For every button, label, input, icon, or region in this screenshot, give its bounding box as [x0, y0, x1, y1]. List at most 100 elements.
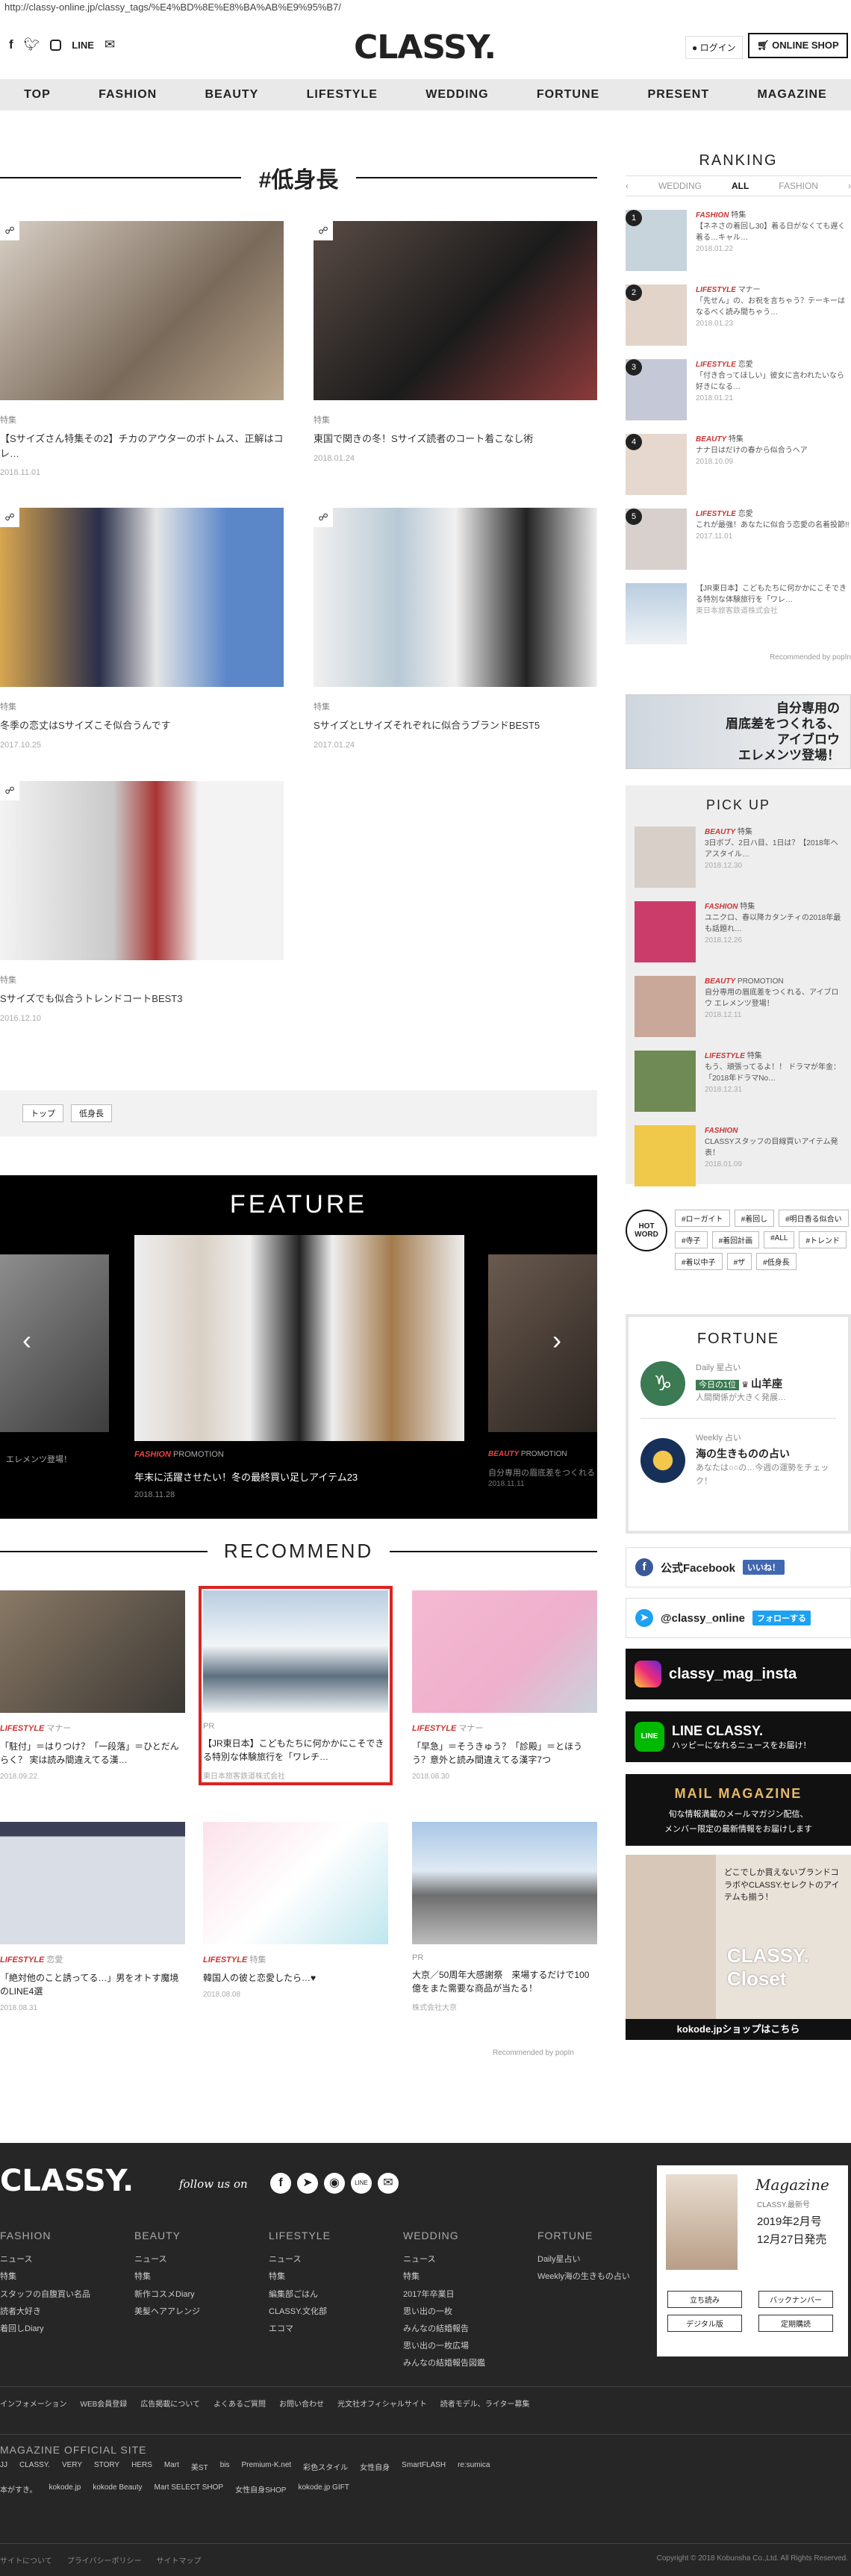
facebook-icon[interactable]: f: [9, 37, 13, 52]
official-link[interactable]: STORY: [94, 2461, 119, 2472]
recommend-card-highlighted[interactable]: PR 【JR東日本】こどもたちに何かかにこそできる特別な体験旅行を「ワレチ… 東…: [199, 1586, 393, 1785]
footer-link[interactable]: 美髪ヘアアレンジ: [134, 2303, 200, 2321]
official-link[interactable]: 美ST: [191, 2461, 208, 2472]
recommend-photo[interactable]: [412, 1590, 597, 1713]
footer-col-title[interactable]: FASHION: [0, 2225, 90, 2247]
footer-col-title[interactable]: FORTUNE: [537, 2225, 630, 2247]
chevron-right-icon[interactable]: ›: [848, 181, 851, 191]
article-title[interactable]: 冬季の恋丈はSサイズこそ似合うんです: [0, 718, 284, 733]
bottom-link[interactable]: プライバシーポリシー: [67, 2554, 142, 2566]
official-link[interactable]: Premium-K.net: [241, 2461, 291, 2472]
line-link[interactable]: LINE: [72, 40, 94, 51]
official-link[interactable]: re:sumica: [458, 2461, 490, 2472]
mag-button[interactable]: 定期購読: [758, 2315, 833, 2332]
article-photo[interactable]: ☍: [0, 781, 284, 960]
ranking-title-text[interactable]: 【JR東日本】こどもたちに何かかにこそできる特別な体験旅行を「ワレ…: [696, 585, 847, 604]
official-link[interactable]: 彩色スタイル: [303, 2461, 348, 2472]
feature-next-title[interactable]: 自分専用の眉底差をつくれる: [488, 1466, 595, 1478]
ranking-item[interactable]: 4 BEAUTY 特集 ナナ日はだけの春から似合うヘア 2018.10.09: [626, 434, 851, 495]
mail-icon[interactable]: ✉: [105, 37, 115, 52]
article-card[interactable]: ☍ 特集 SサイズとLサイズそれぞれに似合うブランドBEST5 2017.01.…: [314, 508, 597, 750]
article-card[interactable]: ☍ 特集 東国で関きの冬！Sサイズ読者のコート着こなし術 2018.01.24: [314, 221, 597, 463]
mail-icon[interactable]: ✉: [378, 2173, 399, 2194]
ranking-title-text[interactable]: 「先せん」の、お祝を言ちゃう？テーキーはなるべく読み間ちゃう…: [696, 297, 845, 317]
ranking-title-text[interactable]: 【ネネさの着回し30】着る日がなくても遅く着る…キャル…: [696, 223, 845, 242]
fortune-daily[interactable]: ♑ Daily 星占い 今日の1位 ♛ 山羊座 人間関係が大きく発展…: [640, 1361, 836, 1406]
footer-link[interactable]: スタッフの自腹買い名品: [0, 2286, 90, 2303]
ranking-thumb[interactable]: [626, 583, 687, 644]
footer-link[interactable]: ニュース: [403, 2251, 485, 2268]
footer-link[interactable]: ニュース: [0, 2251, 90, 2268]
ranking-thumb[interactable]: 5: [626, 508, 687, 570]
hotword-tag[interactable]: #寺子: [675, 1231, 708, 1248]
hotword-tag[interactable]: #明日香る似合い: [779, 1210, 849, 1227]
footer-link[interactable]: Daily星占い: [537, 2251, 630, 2268]
pickup-title-text[interactable]: 3日ボブ、2日ハ目、1日は？【2018年ヘアスタイル…: [705, 839, 838, 859]
ranking-recommended-by[interactable]: Recommended by popIn: [626, 653, 851, 662]
bottom-link[interactable]: サイトマップ: [157, 2554, 202, 2566]
footer-link[interactable]: 新作コスメDiary: [134, 2286, 200, 2303]
pickup-thumb[interactable]: [635, 1125, 696, 1186]
ranking-title-text[interactable]: 「付き合ってほしい」彼女に言われたいなら好きになる…: [696, 372, 844, 391]
footer-link[interactable]: 2017年卒業日: [403, 2286, 485, 2303]
footer-link[interactable]: 編集部ごはん: [269, 2286, 331, 2303]
pickup-title-text[interactable]: CLASSYスタッフの目線買いアイテム発表！: [705, 1138, 838, 1157]
recommend-title-text[interactable]: 【JR東日本】こどもたちに何かかにこそできる特別な体験旅行を「ワレチ…: [203, 1737, 388, 1764]
info-link[interactable]: お問い合わせ: [279, 2398, 324, 2409]
pickup-item[interactable]: BEAUTY PROMOTION 自分専用の眉底差をつくれる、アイブロウ エレメン…: [635, 976, 842, 1037]
hotword-tag[interactable]: #低身長: [756, 1253, 797, 1270]
recommend-title-text[interactable]: 「絶対他のこと誘ってる…」男をオトす魔境のLINE4選: [0, 1971, 185, 1998]
tab-wedding[interactable]: WEDDING: [658, 181, 702, 191]
article-title[interactable]: 東国で関きの冬！Sサイズ読者のコート着こなし術: [314, 432, 597, 447]
article-photo[interactable]: ☍: [0, 508, 284, 687]
facebook-banner[interactable]: f 公式Facebook いいね！: [626, 1547, 851, 1587]
footer-link[interactable]: みんなの結婚報告図鑑: [403, 2355, 485, 2372]
official-link[interactable]: kokode.jp GIFT: [298, 2483, 349, 2495]
pickup-thumb[interactable]: [635, 901, 696, 962]
official-link[interactable]: bis: [220, 2461, 230, 2472]
footer-link[interactable]: CLASSY.文化部: [269, 2303, 331, 2321]
pickup-item[interactable]: FASHION 特集 ユニクロ、春以降カタンチィの2018年最も話題れ… 2018.…: [635, 901, 842, 962]
line-banner[interactable]: LINE LINE CLASSY. ハッピーになれるニュースをお届け！: [626, 1711, 851, 1762]
share-icon[interactable]: ☍: [314, 508, 333, 527]
footer-link[interactable]: 思い出の一枚広場: [403, 2338, 485, 2355]
footer-link[interactable]: ニュース: [269, 2251, 331, 2268]
facebook-icon[interactable]: f: [270, 2173, 291, 2194]
hotword-tag[interactable]: #ALL: [764, 1231, 795, 1248]
nav-wedding[interactable]: WEDDING: [426, 88, 488, 102]
mag-button[interactable]: 立ち読み: [667, 2291, 742, 2308]
feature-slide-prev[interactable]: [0, 1254, 109, 1432]
article-title[interactable]: SサイズとLサイズそれぞれに似合うブランドBEST5: [314, 718, 597, 733]
hotword-tag[interactable]: #トレンド: [799, 1231, 847, 1248]
official-link[interactable]: 女性自身: [360, 2461, 390, 2472]
site-logo[interactable]: CLASSY.: [354, 28, 496, 66]
nav-present[interactable]: PRESENT: [648, 88, 710, 102]
kokode-link[interactable]: kokode.jpショップはこちら: [626, 2019, 851, 2040]
footer-link[interactable]: ニュース: [134, 2251, 200, 2268]
feature-slide-main[interactable]: [134, 1235, 464, 1441]
recommend-photo[interactable]: [0, 1822, 185, 1944]
nav-lifestyle[interactable]: LIFESTYLE: [307, 88, 378, 102]
info-link[interactable]: WEB会員登録: [81, 2398, 128, 2409]
info-link[interactable]: 広告掲載について: [140, 2398, 200, 2409]
hotword-tag[interactable]: #着回計画: [711, 1231, 760, 1248]
recommend-photo[interactable]: [0, 1590, 185, 1713]
online-shop-button[interactable]: 🛒︎ ONLINE SHOP: [748, 33, 848, 58]
ranking-thumb[interactable]: 2: [626, 284, 687, 346]
footer-link[interactable]: 思い出の一枚: [403, 2303, 485, 2321]
footer-link[interactable]: 特集: [134, 2268, 200, 2286]
ranking-item[interactable]: 5 LIFESTYLE 恋愛 これが最強！あなたに似合う恋愛の名着投節!! 2017.…: [626, 508, 851, 570]
pickup-title-text[interactable]: ユニクロ、春以降カタンチィの2018年最も話題れ…: [705, 914, 841, 933]
tab-fashion[interactable]: FASHION: [779, 181, 818, 191]
nav-magazine[interactable]: MAGAZINE: [757, 88, 826, 102]
twitter-icon[interactable]: ➤: [297, 2173, 318, 2194]
footer-col-title[interactable]: BEAUTY: [134, 2225, 200, 2247]
instagram-banner[interactable]: classy_mag_insta: [626, 1649, 851, 1699]
article-card[interactable]: ☍ 特集 冬季の恋丈はSサイズこそ似合うんです 2017.10.25: [0, 508, 284, 750]
tag-current[interactable]: 低身長: [71, 1104, 112, 1122]
share-icon[interactable]: ☍: [0, 221, 19, 240]
nav-top[interactable]: TOP: [24, 88, 51, 102]
share-icon[interactable]: ☍: [0, 781, 19, 800]
official-link[interactable]: kokode.jp: [49, 2483, 81, 2495]
mail-magazine-banner[interactable]: MAIL MAGAZINE 旬な情報満載のメールマガジン配信、 メンバー限定の最…: [626, 1774, 851, 1846]
